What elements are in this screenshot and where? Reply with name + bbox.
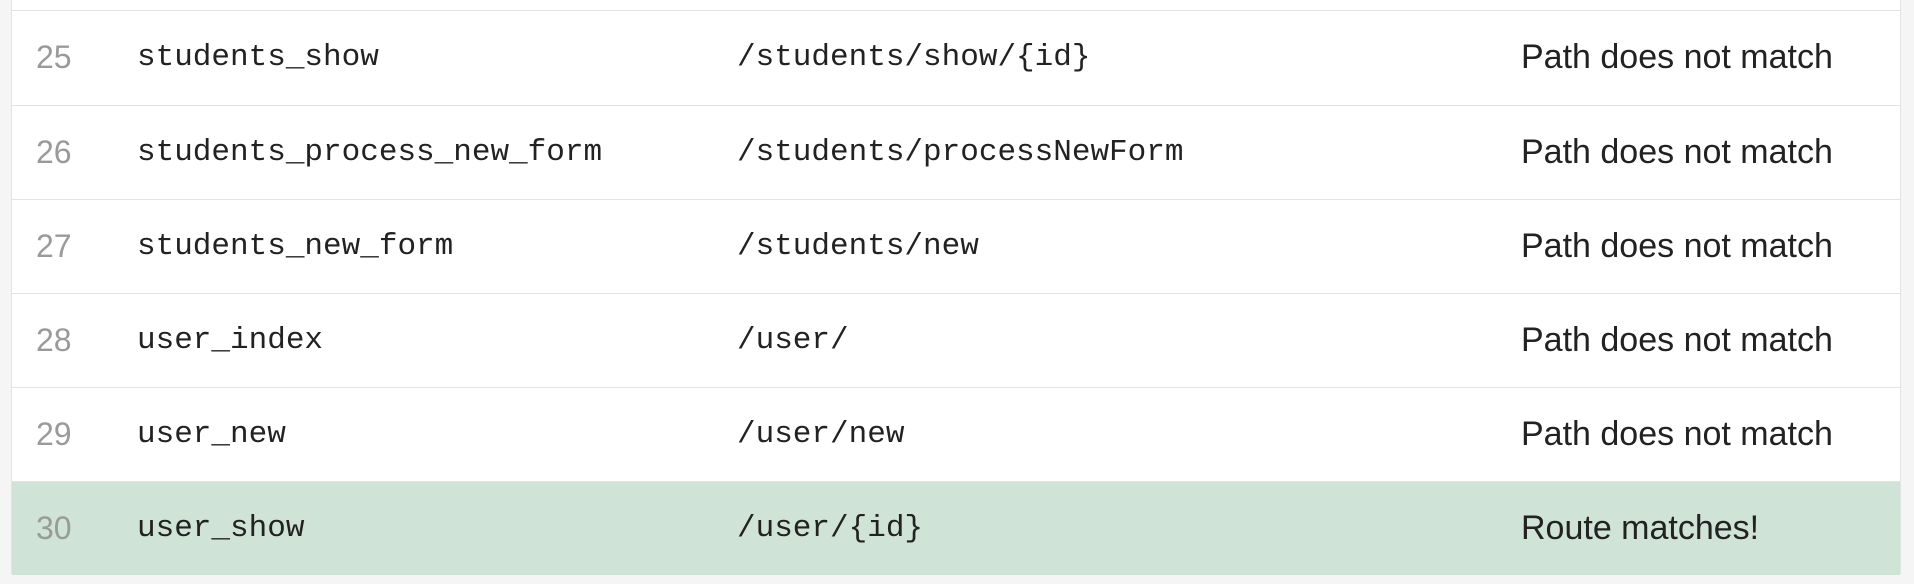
route-status: Path does not match	[1521, 11, 1900, 106]
route-status: Path does not match	[1521, 293, 1900, 388]
table-row: 28 user_index /user/ Path does not match	[12, 293, 1900, 388]
table-row: 25 students_show /students/show/{id} Pat…	[12, 11, 1900, 106]
route-path: /user/	[737, 293, 1521, 388]
route-index: 28	[12, 293, 137, 388]
table-row: 27 students_new_form /students/new Path …	[12, 199, 1900, 294]
table-row-matched: 30 user_show /user/{id} Route matches!	[12, 481, 1900, 575]
route-index: 29	[12, 387, 137, 482]
route-path: /user/new	[737, 387, 1521, 482]
route-status: Route matches!	[1521, 508, 1760, 547]
routes-table: 25 students_show /students/show/{id} Pat…	[12, 11, 1900, 575]
route-name: students_show	[137, 11, 737, 106]
route-status: Path does not match	[1521, 387, 1900, 482]
route-path: /user/{id}	[737, 510, 924, 546]
table-row: 26 students_process_new_form /students/p…	[12, 105, 1900, 200]
route-index: 26	[12, 105, 137, 200]
route-name: user_new	[137, 387, 737, 482]
route-name: user_show	[137, 510, 305, 546]
route-name: user_index	[137, 293, 737, 388]
route-status: Path does not match	[1521, 199, 1900, 294]
route-path: /students/processNewForm	[737, 105, 1521, 200]
route-index: 30	[36, 509, 72, 546]
route-path: /students/new	[737, 199, 1521, 294]
route-name: students_new_form	[137, 199, 737, 294]
route-index: 25	[12, 11, 137, 106]
route-status: Path does not match	[1521, 105, 1900, 200]
route-match-table: 25 students_show /students/show/{id} Pat…	[11, 0, 1901, 575]
route-path: /students/show/{id}	[737, 11, 1521, 106]
table-row: 29 user_new /user/new Path does not matc…	[12, 387, 1900, 482]
route-index: 27	[12, 199, 137, 294]
route-name: students_process_new_form	[137, 105, 737, 200]
